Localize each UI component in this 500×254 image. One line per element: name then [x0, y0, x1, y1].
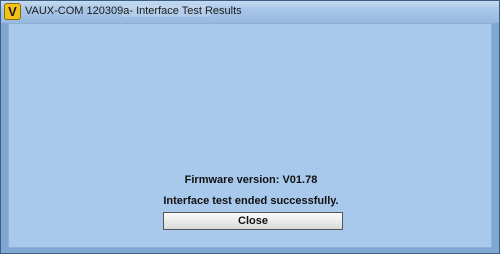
test-result-message: Interface test ended successfully. [163, 195, 339, 207]
window-title: VAUX-COM 120309a- Interface Test Results [25, 5, 242, 17]
results-panel: Firmware version: V01.78 Interface test … [8, 23, 492, 248]
title-bar[interactable]: V VAUX-COM 120309a- Interface Test Resul… [1, 1, 499, 23]
firmware-version-label: Firmware version: V01.78 [184, 174, 318, 186]
results-window: V VAUX-COM 120309a- Interface Test Resul… [0, 0, 500, 254]
close-button[interactable]: Close [163, 212, 343, 230]
vaux-com-app-icon[interactable]: V [4, 3, 21, 20]
